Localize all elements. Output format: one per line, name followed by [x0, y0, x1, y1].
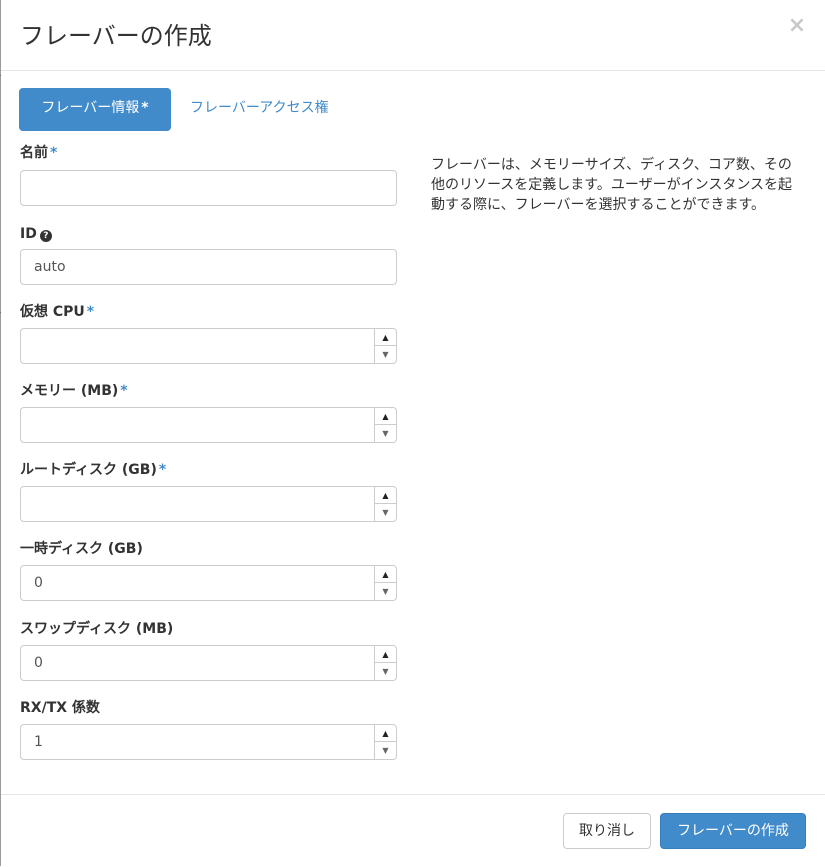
rxtx-factor-label-text: RX/TX 係数: [20, 700, 100, 716]
root-disk-label-text: ルートディスク (GB): [20, 462, 157, 478]
name-label-text: 名前: [20, 145, 48, 161]
required-mark: *: [158, 462, 167, 478]
id-input[interactable]: auto: [20, 249, 397, 285]
rxtx-factor-spinner: ▲ ▼: [374, 725, 396, 759]
rxtx-factor-label: RX/TX 係数: [20, 699, 100, 717]
spin-up-icon[interactable]: ▲: [375, 566, 396, 583]
spin-down-icon[interactable]: ▼: [375, 663, 396, 680]
spin-down-icon[interactable]: ▼: [375, 346, 396, 363]
question-circle-icon[interactable]: ?: [39, 230, 52, 242]
swap-disk-spinner: ▲ ▼: [374, 646, 396, 680]
spin-up-icon[interactable]: ▲: [375, 487, 396, 504]
swap-disk-label-text: スワップディスク (MB): [20, 621, 174, 637]
spin-down-icon[interactable]: ▼: [375, 583, 396, 600]
id-value: auto: [34, 259, 66, 275]
spin-up-icon[interactable]: ▲: [375, 646, 396, 663]
create-flavor-button[interactable]: フレーバーの作成: [660, 813, 806, 849]
rxtx-factor-value: 1: [34, 734, 43, 750]
tab-flavor-info[interactable]: フレーバー情報 *: [19, 88, 171, 131]
spin-up-icon[interactable]: ▲: [375, 725, 396, 742]
vcpu-spinner: ▲ ▼: [374, 329, 396, 363]
ephemeral-disk-label-text: 一時ディスク (GB): [20, 541, 143, 557]
spin-up-icon[interactable]: ▲: [375, 408, 396, 425]
memory-label: メモリー (MB) *: [20, 382, 128, 400]
rxtx-factor-input[interactable]: 1 ▲ ▼: [20, 724, 397, 760]
modal-title: フレーバーの作成: [20, 22, 212, 50]
memory-label-text: メモリー (MB): [20, 383, 119, 399]
spin-up-icon[interactable]: ▲: [375, 329, 396, 346]
close-icon[interactable]: ×: [787, 12, 807, 40]
swap-disk-label: スワップディスク (MB): [20, 620, 173, 638]
ephemeral-disk-spinner: ▲ ▼: [374, 566, 396, 600]
memory-input[interactable]: ▲ ▼: [20, 407, 397, 443]
tab-flavor-access[interactable]: フレーバーアクセス権: [190, 88, 329, 131]
required-mark: *: [120, 383, 128, 399]
modal-footer: 取り消し フレーバーの作成: [1, 794, 825, 867]
memory-spinner: ▲ ▼: [374, 408, 396, 442]
name-label: 名前 *: [20, 144, 57, 162]
tab-label: フレーバー情報: [41, 100, 140, 116]
swap-disk-value: 0: [34, 655, 43, 671]
name-input[interactable]: [20, 170, 397, 206]
root-disk-spinner: ▲ ▼: [374, 487, 396, 521]
swap-disk-input[interactable]: 0 ▲ ▼: [20, 645, 397, 681]
vcpu-input[interactable]: ▲ ▼: [20, 328, 397, 364]
modal-header: フレーバーの作成 ×: [1, 0, 825, 71]
spin-down-icon[interactable]: ▼: [375, 504, 396, 521]
spin-down-icon[interactable]: ▼: [375, 742, 396, 759]
root-disk-label: ルートディスク (GB) *: [20, 461, 166, 479]
help-description: フレーバーは、メモリーサイズ、ディスク、コア数、その他のリソースを定義します。ユ…: [431, 157, 793, 213]
required-mark: *: [141, 100, 149, 116]
ephemeral-disk-input[interactable]: 0 ▲ ▼: [20, 565, 397, 601]
required-mark: *: [50, 145, 58, 161]
vcpu-label: 仮想 CPU *: [20, 303, 94, 321]
cancel-button[interactable]: 取り消し: [563, 813, 651, 849]
ephemeral-disk-label: 一時ディスク (GB): [20, 540, 143, 558]
required-mark: *: [86, 304, 95, 320]
root-disk-input[interactable]: ▲ ▼: [20, 486, 397, 522]
ephemeral-disk-value: 0: [34, 575, 43, 591]
id-label-text: ID: [20, 226, 37, 242]
vcpu-label-text: 仮想 CPU: [20, 304, 85, 320]
id-label: ID?: [20, 225, 52, 243]
create-flavor-modal: フレーバーの作成 × フレーバー情報 * フレーバーアクセス権 名前 * ID? a…: [1, 0, 825, 866]
spin-down-icon[interactable]: ▼: [375, 425, 396, 442]
